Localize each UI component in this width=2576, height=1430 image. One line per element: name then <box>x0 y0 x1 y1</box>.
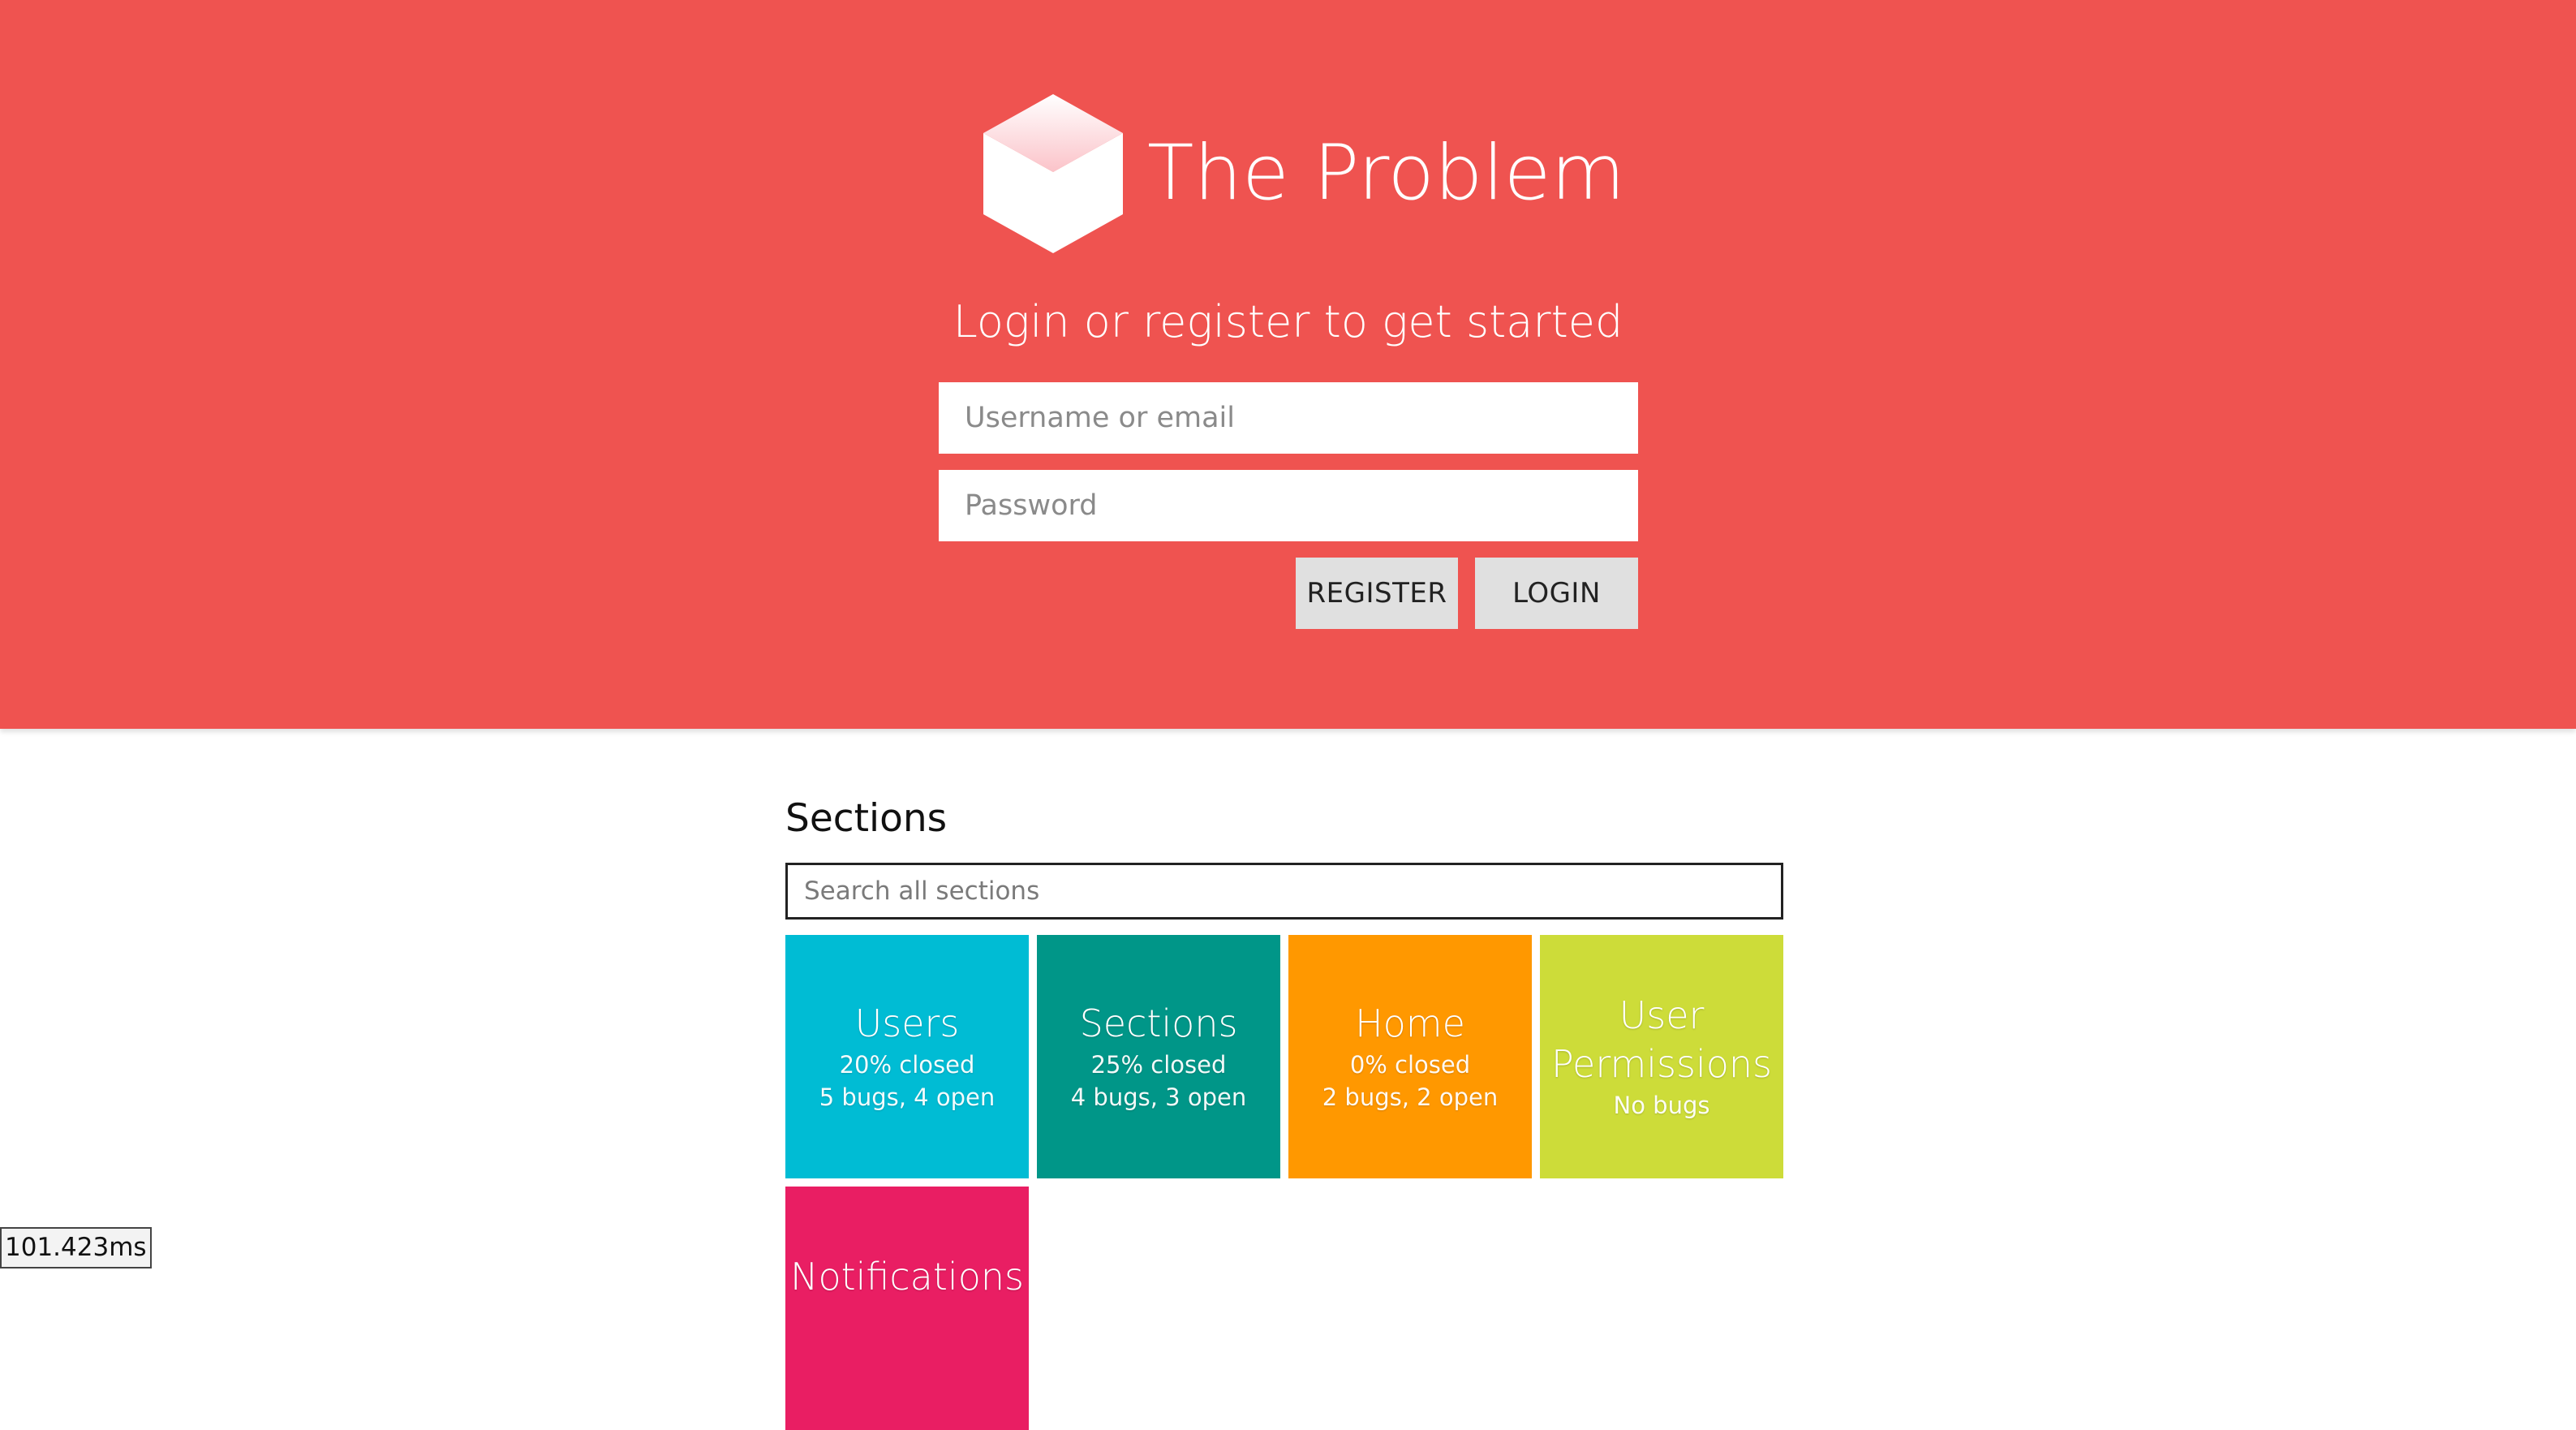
section-tile-bugs: No bugs <box>1613 1091 1710 1119</box>
login-hero: The Problem Login or register to get sta… <box>0 0 2576 729</box>
section-tile-user-permissions[interactable]: User Permissions No bugs <box>1540 935 1783 1178</box>
register-button[interactable]: REGISTER <box>1296 558 1458 629</box>
password-input[interactable] <box>939 470 1638 541</box>
cube-icon <box>983 94 1123 253</box>
sections-heading: Sections <box>785 796 948 841</box>
section-tile-closed: 20% closed <box>839 1050 975 1079</box>
section-tile-sections[interactable]: Sections 25% closed 4 bugs, 3 open <box>1037 935 1280 1178</box>
section-tile-name: Notifications <box>790 1255 1024 1299</box>
section-tile-name: User Permissions <box>1550 993 1773 1086</box>
search-sections-input[interactable] <box>785 863 1783 920</box>
section-tile-notifications[interactable]: Notifications <box>785 1187 1029 1430</box>
section-tile-closed: 0% closed <box>1349 1050 1471 1079</box>
section-tile-name: Home <box>1355 1001 1465 1046</box>
section-tile-name: Sections <box>1079 1001 1238 1046</box>
section-tile-bugs: 5 bugs, 4 open <box>819 1083 996 1111</box>
section-tile-name: Users <box>854 1001 960 1046</box>
login-subtitle: Login or register to get started <box>953 296 1623 347</box>
section-tile-closed: 25% closed <box>1090 1050 1227 1079</box>
app-title: The Problem <box>1147 129 1626 218</box>
login-button[interactable]: LOGIN <box>1475 558 1638 629</box>
section-tile-users[interactable]: Users 20% closed 5 bugs, 4 open <box>785 935 1029 1178</box>
render-timing-badge: 101.423ms <box>0 1227 152 1268</box>
section-tile-bugs: 2 bugs, 2 open <box>1322 1083 1499 1111</box>
section-tile-bugs: 4 bugs, 3 open <box>1070 1083 1247 1111</box>
username-input[interactable] <box>939 382 1638 454</box>
brand: The Problem <box>983 93 1625 255</box>
section-tile-home[interactable]: Home 0% closed 2 bugs, 2 open <box>1288 935 1532 1178</box>
